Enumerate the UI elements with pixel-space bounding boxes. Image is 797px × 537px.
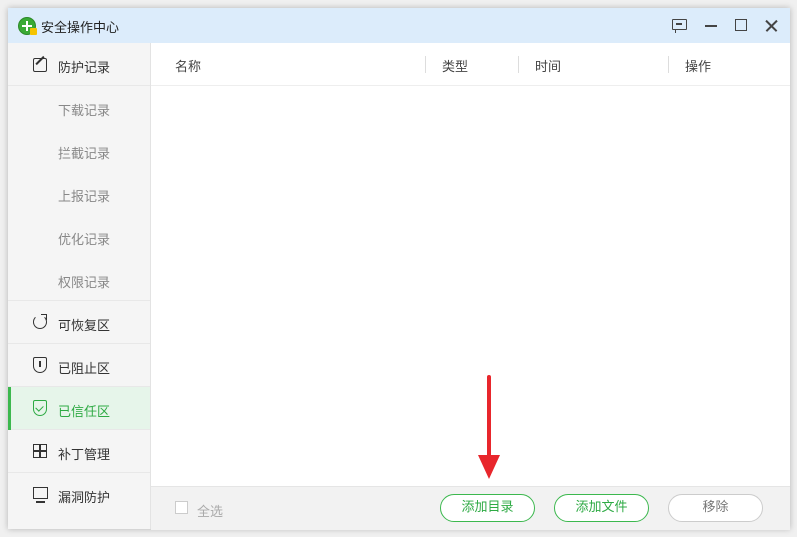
column-header-type[interactable]: 类型 [442,56,468,75]
sidebar-item-block-records[interactable]: 拦截记录 [8,129,150,172]
sidebar-item-label: 权限记录 [58,276,111,291]
sidebar-item-label: 下载记录 [58,104,111,119]
windows-icon [32,443,48,459]
column-divider[interactable] [425,56,426,73]
sidebar-item-label: 上报记录 [58,190,111,205]
sidebar-item-label: 防护记录 [58,61,111,76]
footer-toolbar: 全选 添加目录 添加文件 移除 [151,486,790,530]
remove-button[interactable]: 移除 [668,494,763,522]
sidebar-item-trusted[interactable]: 已信任区 [8,387,150,430]
sidebar-item-optimize-records[interactable]: 优化记录 [8,215,150,258]
column-header-name[interactable]: 名称 [175,56,201,75]
column-divider[interactable] [668,56,669,73]
shield-block-icon [32,357,48,373]
app-logo-icon [18,17,37,35]
minimize-button[interactable] [701,15,721,35]
column-header-time[interactable]: 时间 [535,56,561,75]
sidebar-item-label: 可恢复区 [58,319,111,334]
sidebar-item-report-records[interactable]: 上报记录 [8,172,150,215]
column-header-action[interactable]: 操作 [685,56,711,75]
feedback-icon[interactable] [669,15,689,35]
sidebar-item-label: 拦截记录 [58,147,111,162]
sidebar-item-label: 已信任区 [58,405,111,420]
sidebar-item-label: 补丁管理 [58,448,111,463]
select-all-label: 全选 [197,505,224,520]
window-title: 安全操作中心 [41,21,120,36]
table-body [151,86,790,486]
monitor-icon [32,486,48,503]
sidebar-item-download-records[interactable]: 下载记录 [8,86,150,129]
add-file-button[interactable]: 添加文件 [554,494,649,522]
sidebar-item-patch-management[interactable]: 补丁管理 [8,430,150,473]
add-directory-button[interactable]: 添加目录 [440,494,535,522]
main-panel: 名称 类型 时间 操作 全选 添加目录 添加文件 移除 [151,43,790,530]
sidebar-item-protection-records[interactable]: 防护记录 [8,43,150,86]
shield-check-icon [32,400,48,416]
maximize-button[interactable] [731,15,751,35]
title-bar: 安全操作中心 [8,8,790,43]
sidebar-item-label: 已阻止区 [58,362,111,377]
active-indicator [8,387,11,430]
sidebar-item-label: 优化记录 [58,233,111,248]
sidebar-item-label: 漏洞防护 [58,491,111,506]
sidebar-item-vulnerability-protection[interactable]: 漏洞防护 [8,473,150,516]
edit-icon [32,55,48,72]
restore-icon [32,314,48,330]
annotation-arrow-icon [478,375,500,479]
sidebar: 防护记录 下载记录 拦截记录 上报记录 优化记录 权限记录 可恢复区 已阻止区 … [8,43,151,529]
select-all-checkbox[interactable] [175,501,188,514]
column-divider[interactable] [518,56,519,73]
sidebar-item-recoverable[interactable]: 可恢复区 [8,301,150,344]
sidebar-item-permission-records[interactable]: 权限记录 [8,258,150,301]
table-header: 名称 类型 时间 操作 [151,43,790,86]
close-button[interactable] [761,15,781,35]
sidebar-item-blocked[interactable]: 已阻止区 [8,344,150,387]
app-window: 安全操作中心 防护记录 下载记录 拦截记录 上报记录 优化记录 权限记录 可恢复… [8,8,790,530]
